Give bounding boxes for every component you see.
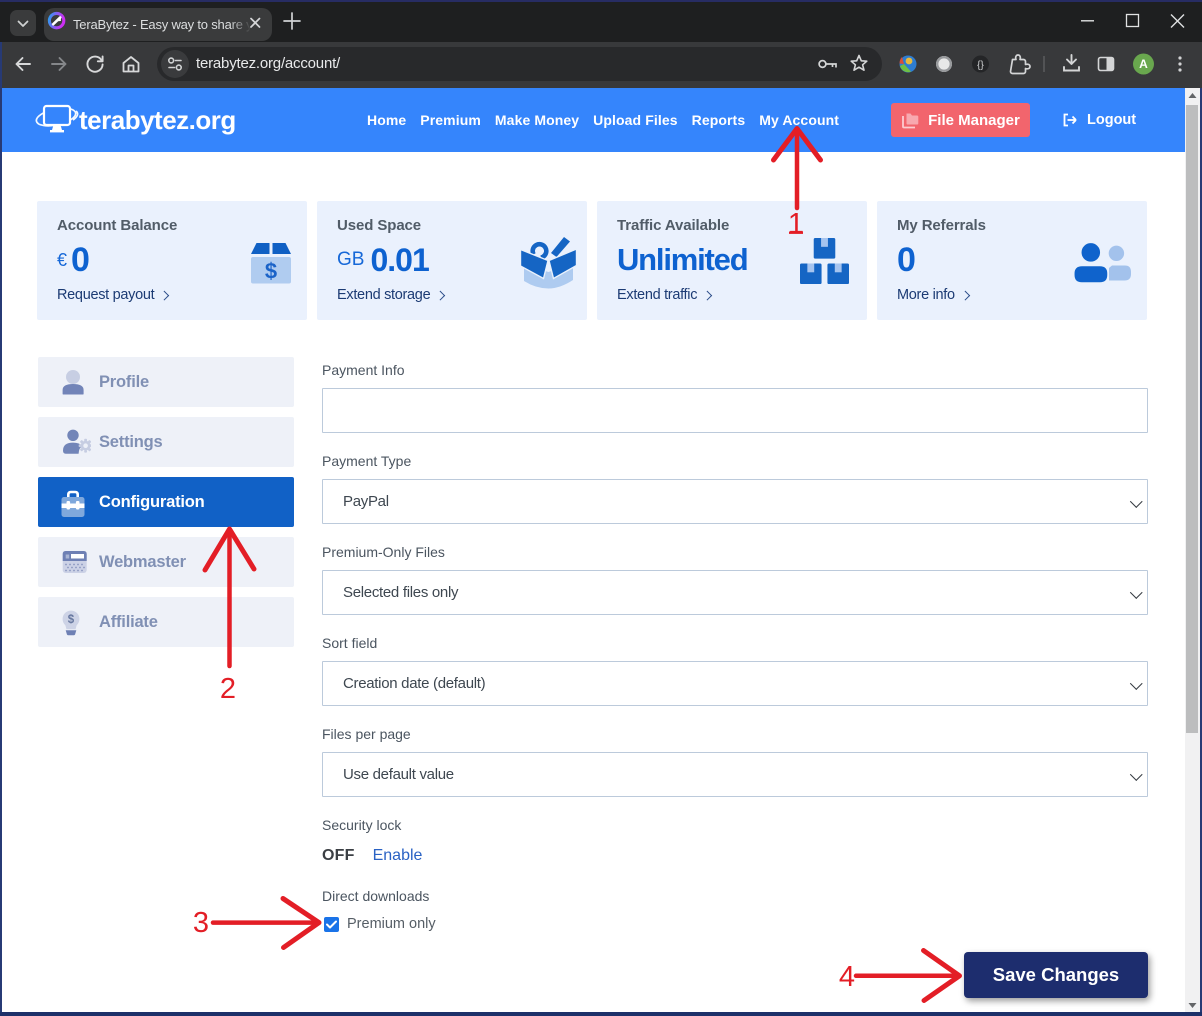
- svg-text:{}: {}: [977, 60, 984, 71]
- svg-text:$: $: [68, 614, 75, 626]
- svg-text:$: $: [265, 259, 277, 284]
- svg-text:A: A: [1139, 57, 1148, 71]
